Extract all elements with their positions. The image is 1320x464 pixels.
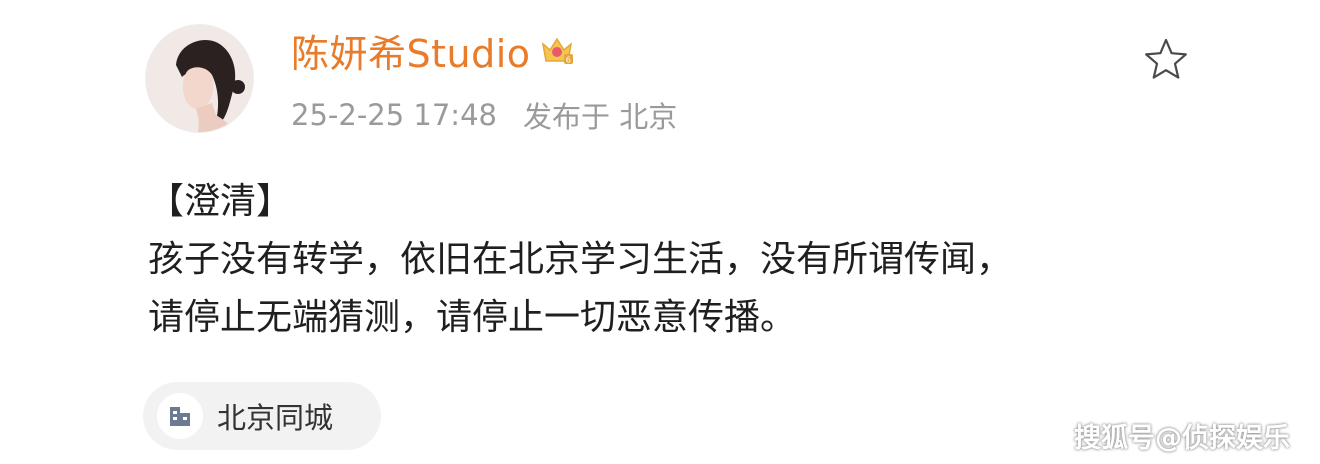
watermark: 搜狐号@侦探娱乐 [1074,422,1290,454]
svg-text:6: 6 [565,56,571,65]
username[interactable]: 陈妍希Studio [291,23,531,78]
crown-badge-icon: 6 [539,32,575,68]
avatar-photo [146,25,253,132]
content-line: 孩子没有转学，依旧在北京学习生活，没有所谓传闻， [148,239,1013,280]
content-line: 【澄清】 [148,181,293,222]
content-line: 请停止无端猜测，请停止一切恶意传播。 [148,297,797,338]
post-meta: 25-2-25 17:48 发布于 北京 [291,94,677,136]
avatar[interactable] [145,24,254,133]
username-row: 陈妍希Studio 6 [291,22,575,78]
post-timestamp: 25-2-25 17:48 [291,98,497,132]
building-icon [157,393,203,439]
star-outline-icon[interactable] [1143,37,1189,81]
post-location: 发布于 北京 [522,100,678,134]
location-tag[interactable]: 北京同城 [143,382,381,450]
weibo-post: 陈妍希Studio 6 25-2-25 17:48 发布于 北京 【澄清】 孩子… [0,0,1320,464]
location-tag-label: 北京同城 [217,401,334,435]
post-content: 【澄清】 孩子没有转学，依旧在北京学习生活，没有所谓传闻， 请停止无端猜测，请停… [148,173,1248,347]
